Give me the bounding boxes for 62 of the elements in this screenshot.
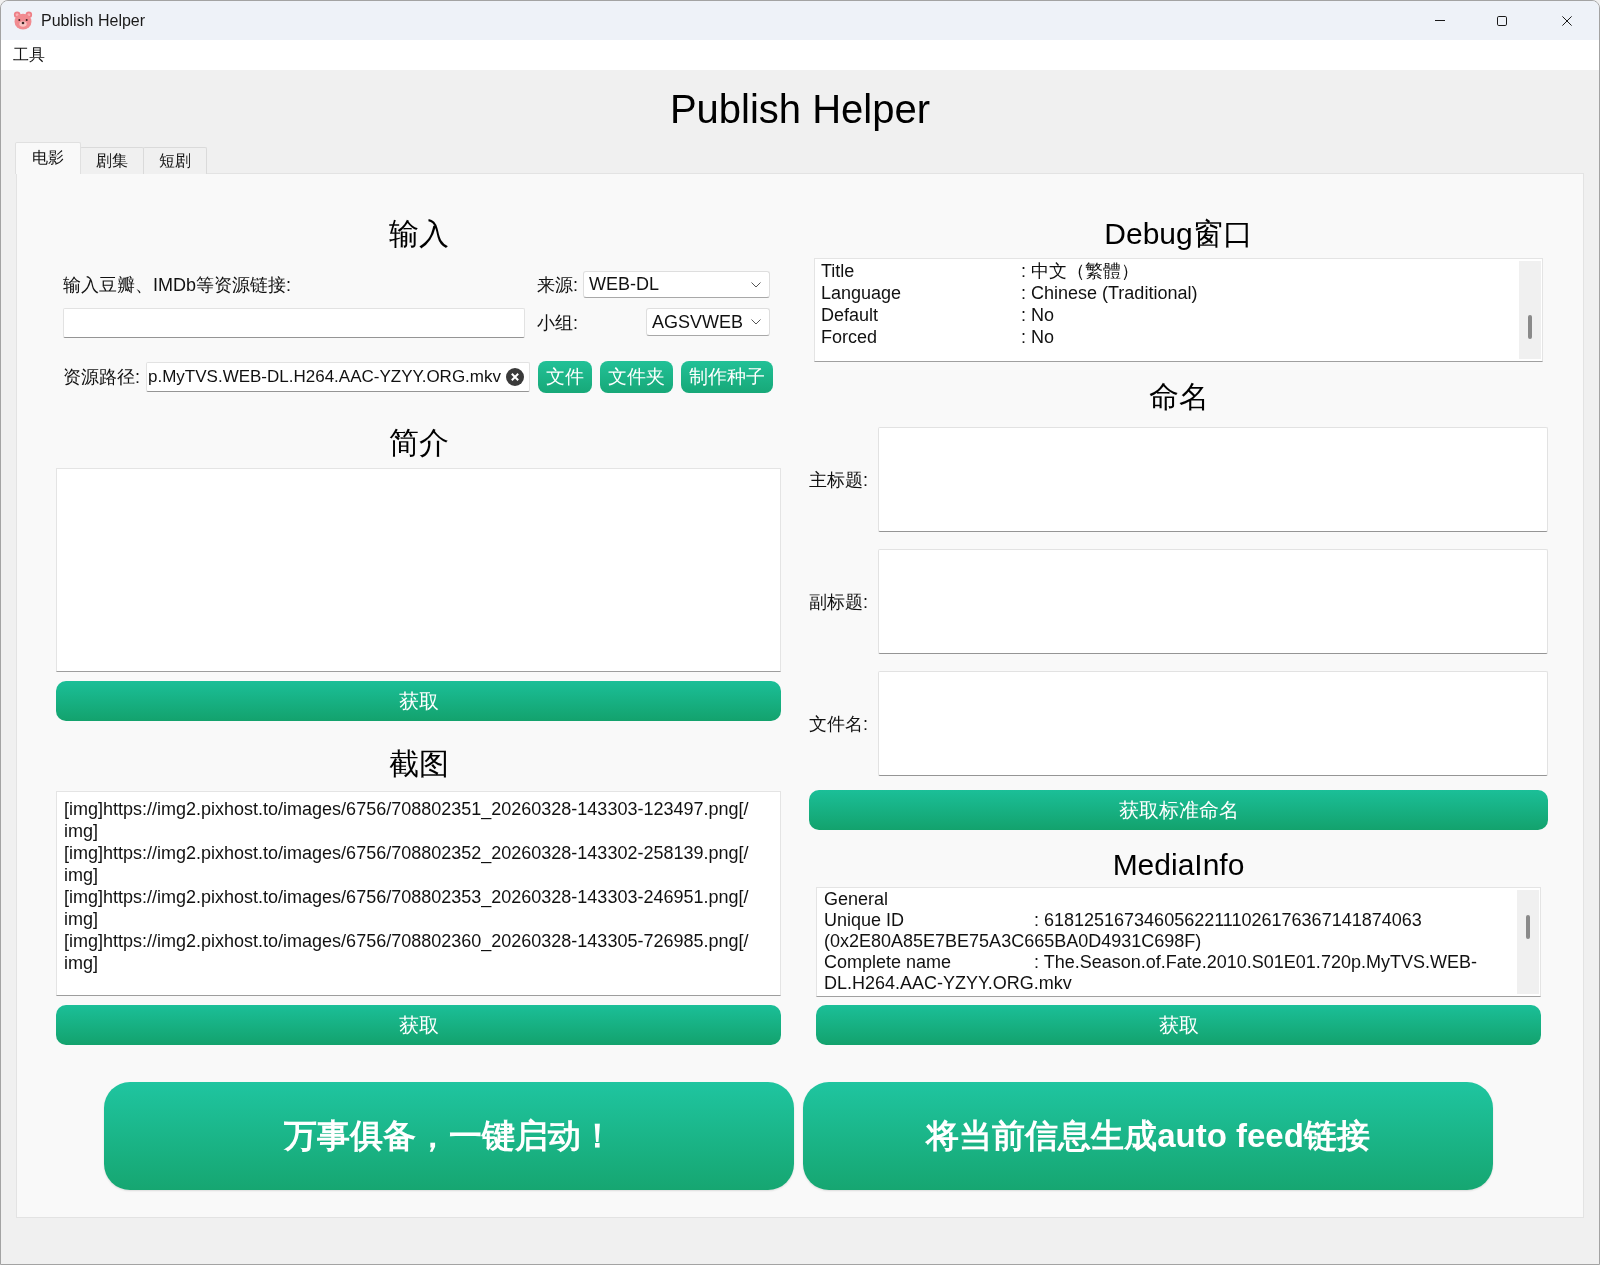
path-field[interactable]: p.MyTVS.WEB-DL.H264.AAC-YZYY.ORG.mkv <box>146 362 530 392</box>
bbcode-line: [img]https://img2.pixhost.to/images/6756/708802360_20260328-143305-726985.png[/ <box>64 930 749 952</box>
info-key: Title <box>821 260 855 282</box>
subtitle-field[interactable] <box>878 549 1548 654</box>
mediainfo-text-area[interactable]: General Unique ID : 61812516734605622111026176367141874063 (0x2E80A85E7BE75A3C665BA0D4931C698F) Complete name : The.Season.of.Fate.2010.S01E01.720p.MyTVS.WEB- DL.H264.AAC-YZYY.ORG.mkv <box>816 887 1541 997</box>
info-key: Default <box>821 304 879 326</box>
bbcode-line: img] <box>64 952 98 974</box>
info-value: : No <box>1021 326 1054 348</box>
menu-item[interactable]: 工具 <box>13 44 45 66</box>
section-heading: 简介 <box>387 425 450 461</box>
info-value: : 中文（繁體） <box>1021 260 1139 282</box>
bbcode-line: img] <box>64 864 98 886</box>
tab[interactable]: 剧集 <box>80 147 144 174</box>
field-label: 文件名: <box>809 712 868 736</box>
scrollbar-thumb[interactable] <box>1528 315 1532 339</box>
field-label: 来源: <box>537 273 578 297</box>
section-heading: 输入 <box>387 216 450 252</box>
info-line: (0x2E80A85E7BE75A3C665BA0D4931C698F) <box>824 931 1202 951</box>
section-heading: MediaInfo <box>1111 847 1246 883</box>
field-label: 输入豆瓣、IMDb等资源链接: <box>63 273 291 297</box>
link-input-field[interactable] <box>63 308 525 338</box>
info-value: : Chinese (Traditional) <box>1021 282 1198 304</box>
info-value: : The.Season.of.Fate.2010.S01E01.720p.MyTVS.WEB- <box>1034 952 1477 973</box>
bear-face-icon <box>13 11 33 30</box>
bbcode-line: img] <box>64 820 98 842</box>
source-dropdown[interactable]: WEB-DL <box>583 271 770 298</box>
field-label: 主标题: <box>809 468 868 492</box>
close-icon[interactable] <box>1562 15 1572 26</box>
maximize-icon[interactable] <box>1497 15 1507 26</box>
field-label: 小组: <box>537 312 578 335</box>
main-title-field[interactable] <box>878 427 1548 532</box>
info-value: : 61812516734605622111026176367141874063 <box>1034 910 1422 931</box>
section-heading: Debug窗口 <box>1103 216 1254 252</box>
info-line: DL.H264.AAC-YZYY.ORG.mkv <box>824 973 1072 993</box>
field-label: 资源路径: <box>63 366 140 389</box>
bbcode-line: [img]https://img2.pixhost.to/images/6756/708802351_20260328-143303-123497.png[/ <box>64 798 749 820</box>
info-key: Language <box>821 282 902 304</box>
scrollbar[interactable] <box>1519 261 1541 359</box>
info-key: Complete name <box>824 952 952 973</box>
app-title: Publish Helper <box>668 86 932 133</box>
info-key: Unique ID <box>824 910 905 931</box>
group-dropdown[interactable]: AGSVWEB <box>646 308 770 336</box>
tab[interactable]: 短剧 <box>143 147 207 174</box>
tab[interactable]: 电影 <box>15 142 81 174</box>
clear-icon[interactable] <box>506 368 524 386</box>
section-heading: 截图 <box>387 746 450 782</box>
section-heading: 命名 <box>1147 379 1210 415</box>
info-value: : No <box>1021 304 1054 326</box>
window-title: Publish Helper <box>41 11 146 30</box>
filename-field[interactable] <box>878 671 1548 776</box>
info-line: General <box>824 889 889 909</box>
chevron-down-icon <box>751 319 761 325</box>
scrollbar-thumb[interactable] <box>1526 915 1530 939</box>
bbcode-line: [img]https://img2.pixhost.to/images/6756/708802353_20260328-143303-246951.png[/ <box>64 886 749 908</box>
scrollbar[interactable] <box>1517 890 1539 994</box>
debug-log-area[interactable]: Title : 中文（繁體） Language : Chinese (Traditional) Default : No Forced : No <box>814 258 1543 362</box>
bbcode-line: [img]https://img2.pixhost.to/images/6756/708802352_20260328-143302-258139.png[/ <box>64 842 749 864</box>
screenshot-text-area[interactable] <box>56 791 781 996</box>
info-key: Forced <box>821 326 878 348</box>
bbcode-line: img] <box>64 908 98 930</box>
chevron-down-icon <box>751 281 761 288</box>
field-label: 副标题: <box>809 590 868 614</box>
